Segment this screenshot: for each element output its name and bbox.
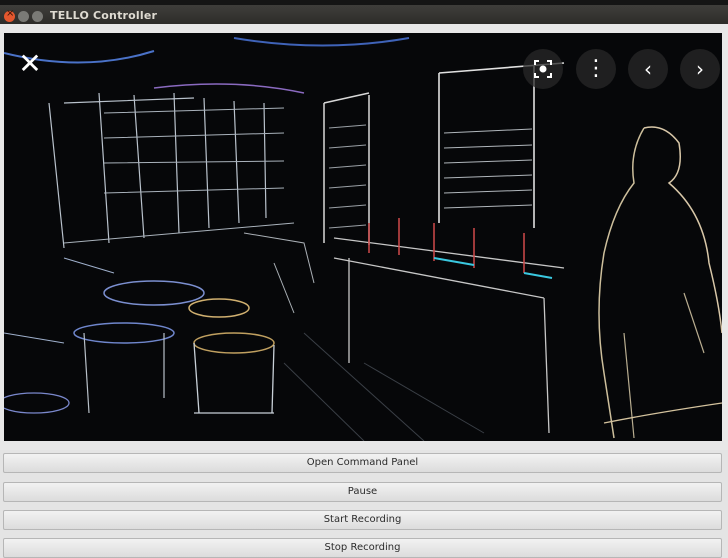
close-icon[interactable]: ✕: [10, 46, 50, 86]
stop-recording-button[interactable]: Stop Recording: [3, 538, 722, 558]
pause-button[interactable]: Pause: [3, 482, 722, 502]
start-recording-button[interactable]: Start Recording: [3, 510, 722, 530]
window-titlebar[interactable]: TELLO Controller: [0, 0, 728, 24]
window-maximize-icon[interactable]: [32, 11, 43, 22]
video-feed: ✕ ⋮ ‹ ›: [4, 33, 722, 441]
edge-detected-video-image: [4, 33, 722, 441]
open-command-panel-button[interactable]: Open Command Panel: [3, 453, 722, 473]
video-frame: ✕ ⋮ ‹ ›: [0, 24, 728, 450]
window-title: TELLO Controller: [50, 9, 158, 22]
chevron-left-icon[interactable]: ‹: [628, 49, 668, 89]
more-vertical-icon[interactable]: ⋮: [576, 49, 616, 89]
lens-icon[interactable]: [523, 49, 563, 89]
chevron-right-icon[interactable]: ›: [680, 49, 720, 89]
window-close-icon[interactable]: [4, 8, 15, 22]
window-minimize-icon[interactable]: [18, 11, 29, 22]
